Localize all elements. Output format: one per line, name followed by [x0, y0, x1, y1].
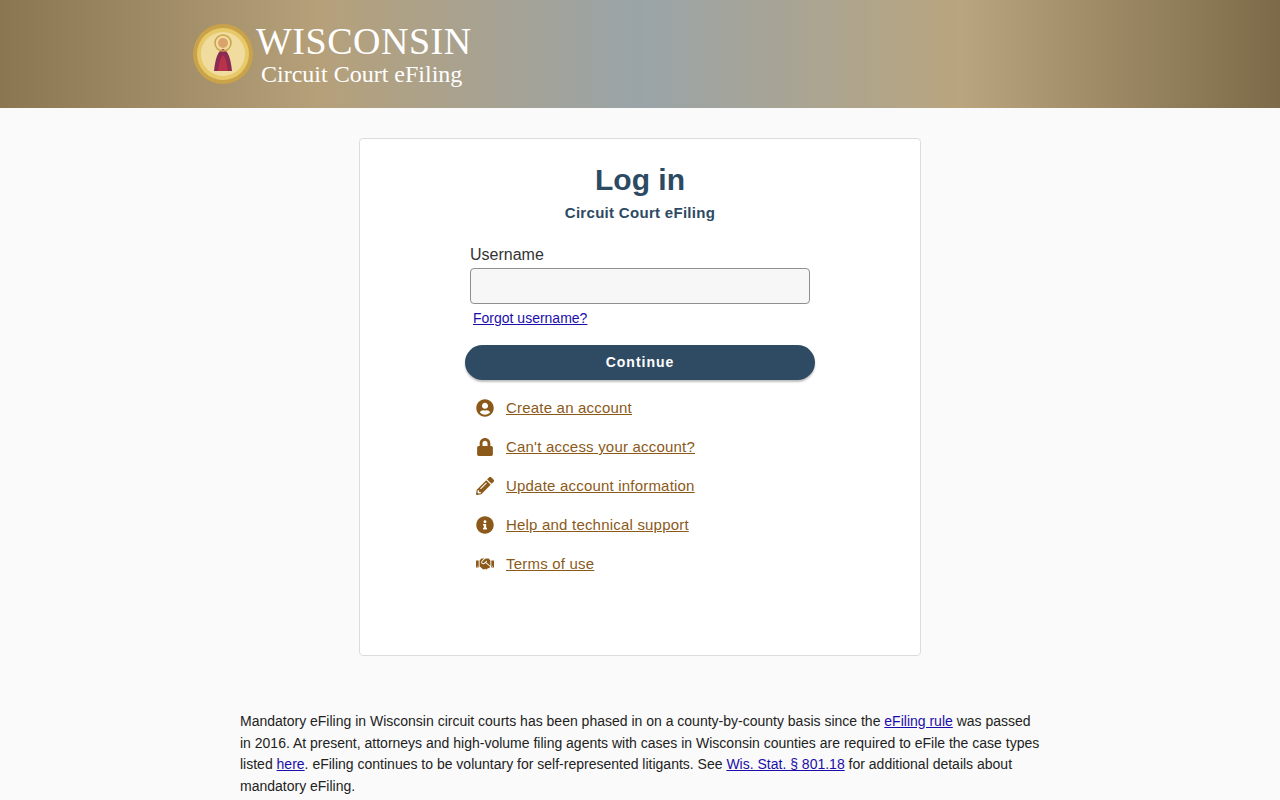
account-link[interactable]: Create an account	[506, 398, 632, 418]
seal-icon	[192, 23, 254, 85]
main: Log in Circuit Court eFiling Username Forgo…	[0, 108, 1280, 800]
account-link-item: Help and technical support	[470, 514, 810, 536]
account-link[interactable]: Help and technical support	[506, 515, 689, 535]
username-group: Username Forgot username?	[470, 245, 810, 327]
forgot-username-link[interactable]: Forgot username?	[473, 309, 810, 327]
continue-button[interactable]: Continue	[465, 345, 815, 380]
account-links: Create an account Can't access your accou…	[470, 397, 810, 575]
notice-link[interactable]: Wis. Stat. § 801.18	[726, 756, 844, 772]
login-subheading: Circuit Court eFiling	[565, 203, 715, 223]
notice-text: . eFiling continues to be voluntary for …	[305, 756, 727, 772]
page: WISCONSINCircuit Court eFilingLog inCirc…	[0, 0, 1280, 800]
pencil-icon	[476, 477, 494, 495]
account-link-item: Can't access your account?	[470, 436, 810, 458]
account-link[interactable]: Update account information	[506, 476, 695, 496]
lock-icon	[476, 438, 494, 456]
user-icon	[476, 399, 494, 417]
account-link-item: Create an account	[470, 397, 810, 419]
account-link[interactable]: Terms of use	[506, 554, 594, 574]
notice-text: Mandatory eFiling in Wisconsin circuit c…	[240, 713, 884, 729]
notice-link[interactable]: here	[277, 756, 305, 772]
account-link-item: Terms of use	[470, 553, 810, 575]
login-card: Log in Circuit Court eFiling Username Forgo…	[359, 138, 921, 656]
account-link-item: Update account information	[470, 475, 810, 497]
notice-paragraph: Mandatory eFiling in Wisconsin circuit c…	[240, 711, 1040, 800]
logo[interactable]: WISCONSINCircuit Court eFiling	[192, 21, 472, 87]
header: WISCONSINCircuit Court eFiling	[0, 0, 1280, 108]
handshake-icon	[476, 555, 494, 573]
username-input[interactable]	[470, 268, 810, 304]
logo-subtitle: Circuit Court eFiling	[256, 61, 472, 87]
account-link[interactable]: Can't access your account?	[506, 437, 695, 457]
login-heading: Log in	[595, 161, 685, 199]
username-label: Username	[470, 245, 810, 265]
info-icon	[476, 516, 494, 534]
notice-link[interactable]: eFiling rule	[884, 713, 952, 729]
logo-title: WISCONSIN	[256, 21, 472, 61]
